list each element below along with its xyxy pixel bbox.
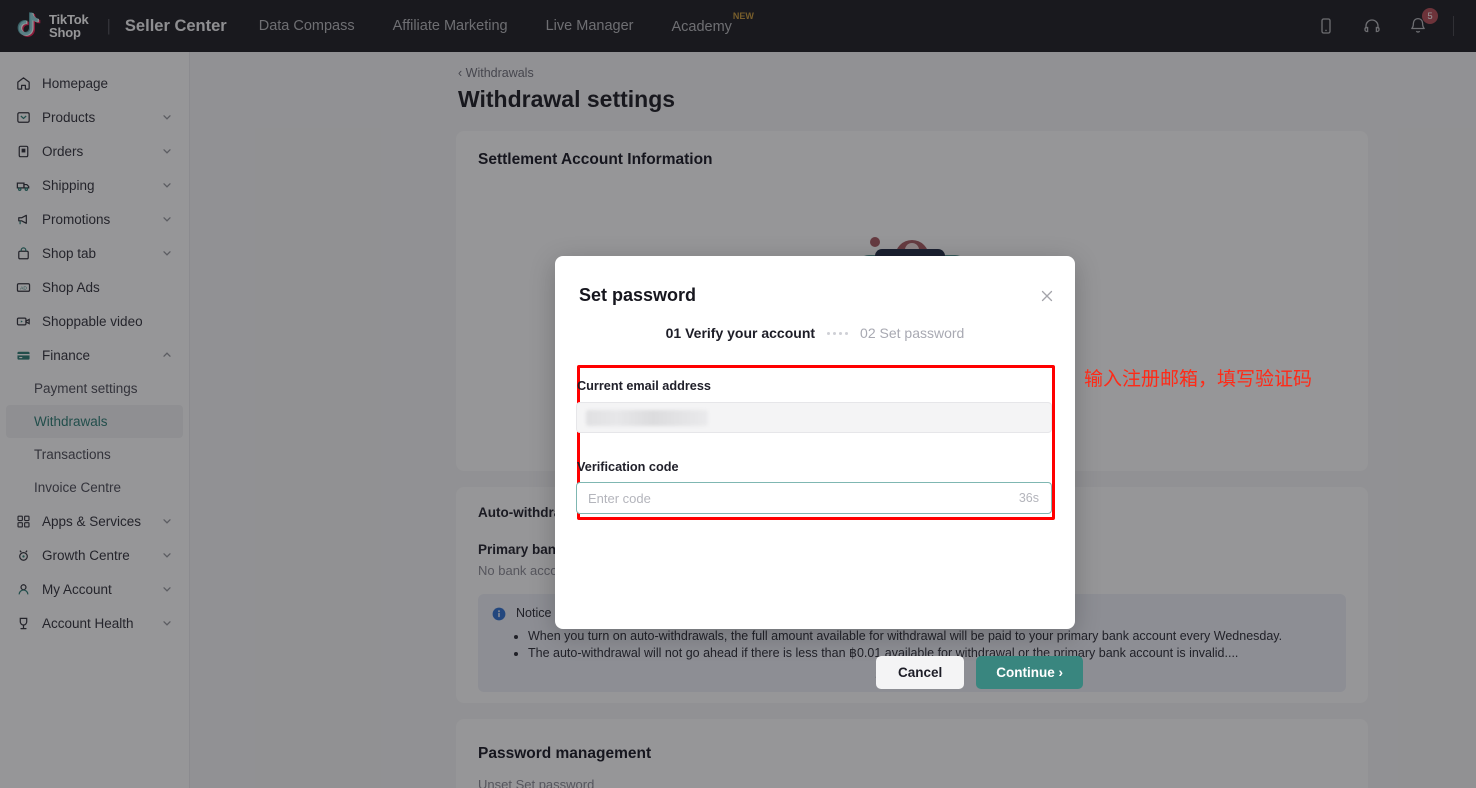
current-email-address-input[interactable] [576, 402, 1052, 433]
modal-action-buttons: Cancel Continue › [876, 578, 1454, 766]
continue-button[interactable]: Continue › [976, 655, 1084, 689]
cancel-button[interactable]: Cancel [876, 655, 965, 689]
modal-stepper: 01 Verify your account 02 Set password [555, 325, 1075, 341]
verification-code-input[interactable]: Enter code 36s [576, 482, 1052, 514]
stepper-dots-icon [827, 331, 849, 335]
modal-title: Set password [579, 285, 697, 305]
chinese-annotation-text: 输入注册邮箱，填写验证码 [1084, 368, 1313, 390]
redacted-email-value [586, 410, 708, 426]
close-x-icon[interactable] [1039, 288, 1055, 304]
verification-code-field-label: Verification code [577, 458, 679, 476]
resend-code-timer[interactable]: 36s [1019, 491, 1039, 505]
email-label-text: Current email address [577, 379, 711, 393]
set-password-modal: Set password 01 Verify your account 02 S… [555, 256, 1075, 629]
email-field-label: Current email address [577, 377, 711, 395]
app-root: TikTok Shop | Seller Center Data Compass… [0, 0, 1476, 788]
step-1-verify-account: 01 Verify your account [665, 325, 816, 341]
verification-code-label-text: Verification code [577, 460, 679, 474]
step-2-set-password: 02 Set password [860, 325, 965, 341]
verification-code-placeholder: Enter code [588, 490, 651, 506]
